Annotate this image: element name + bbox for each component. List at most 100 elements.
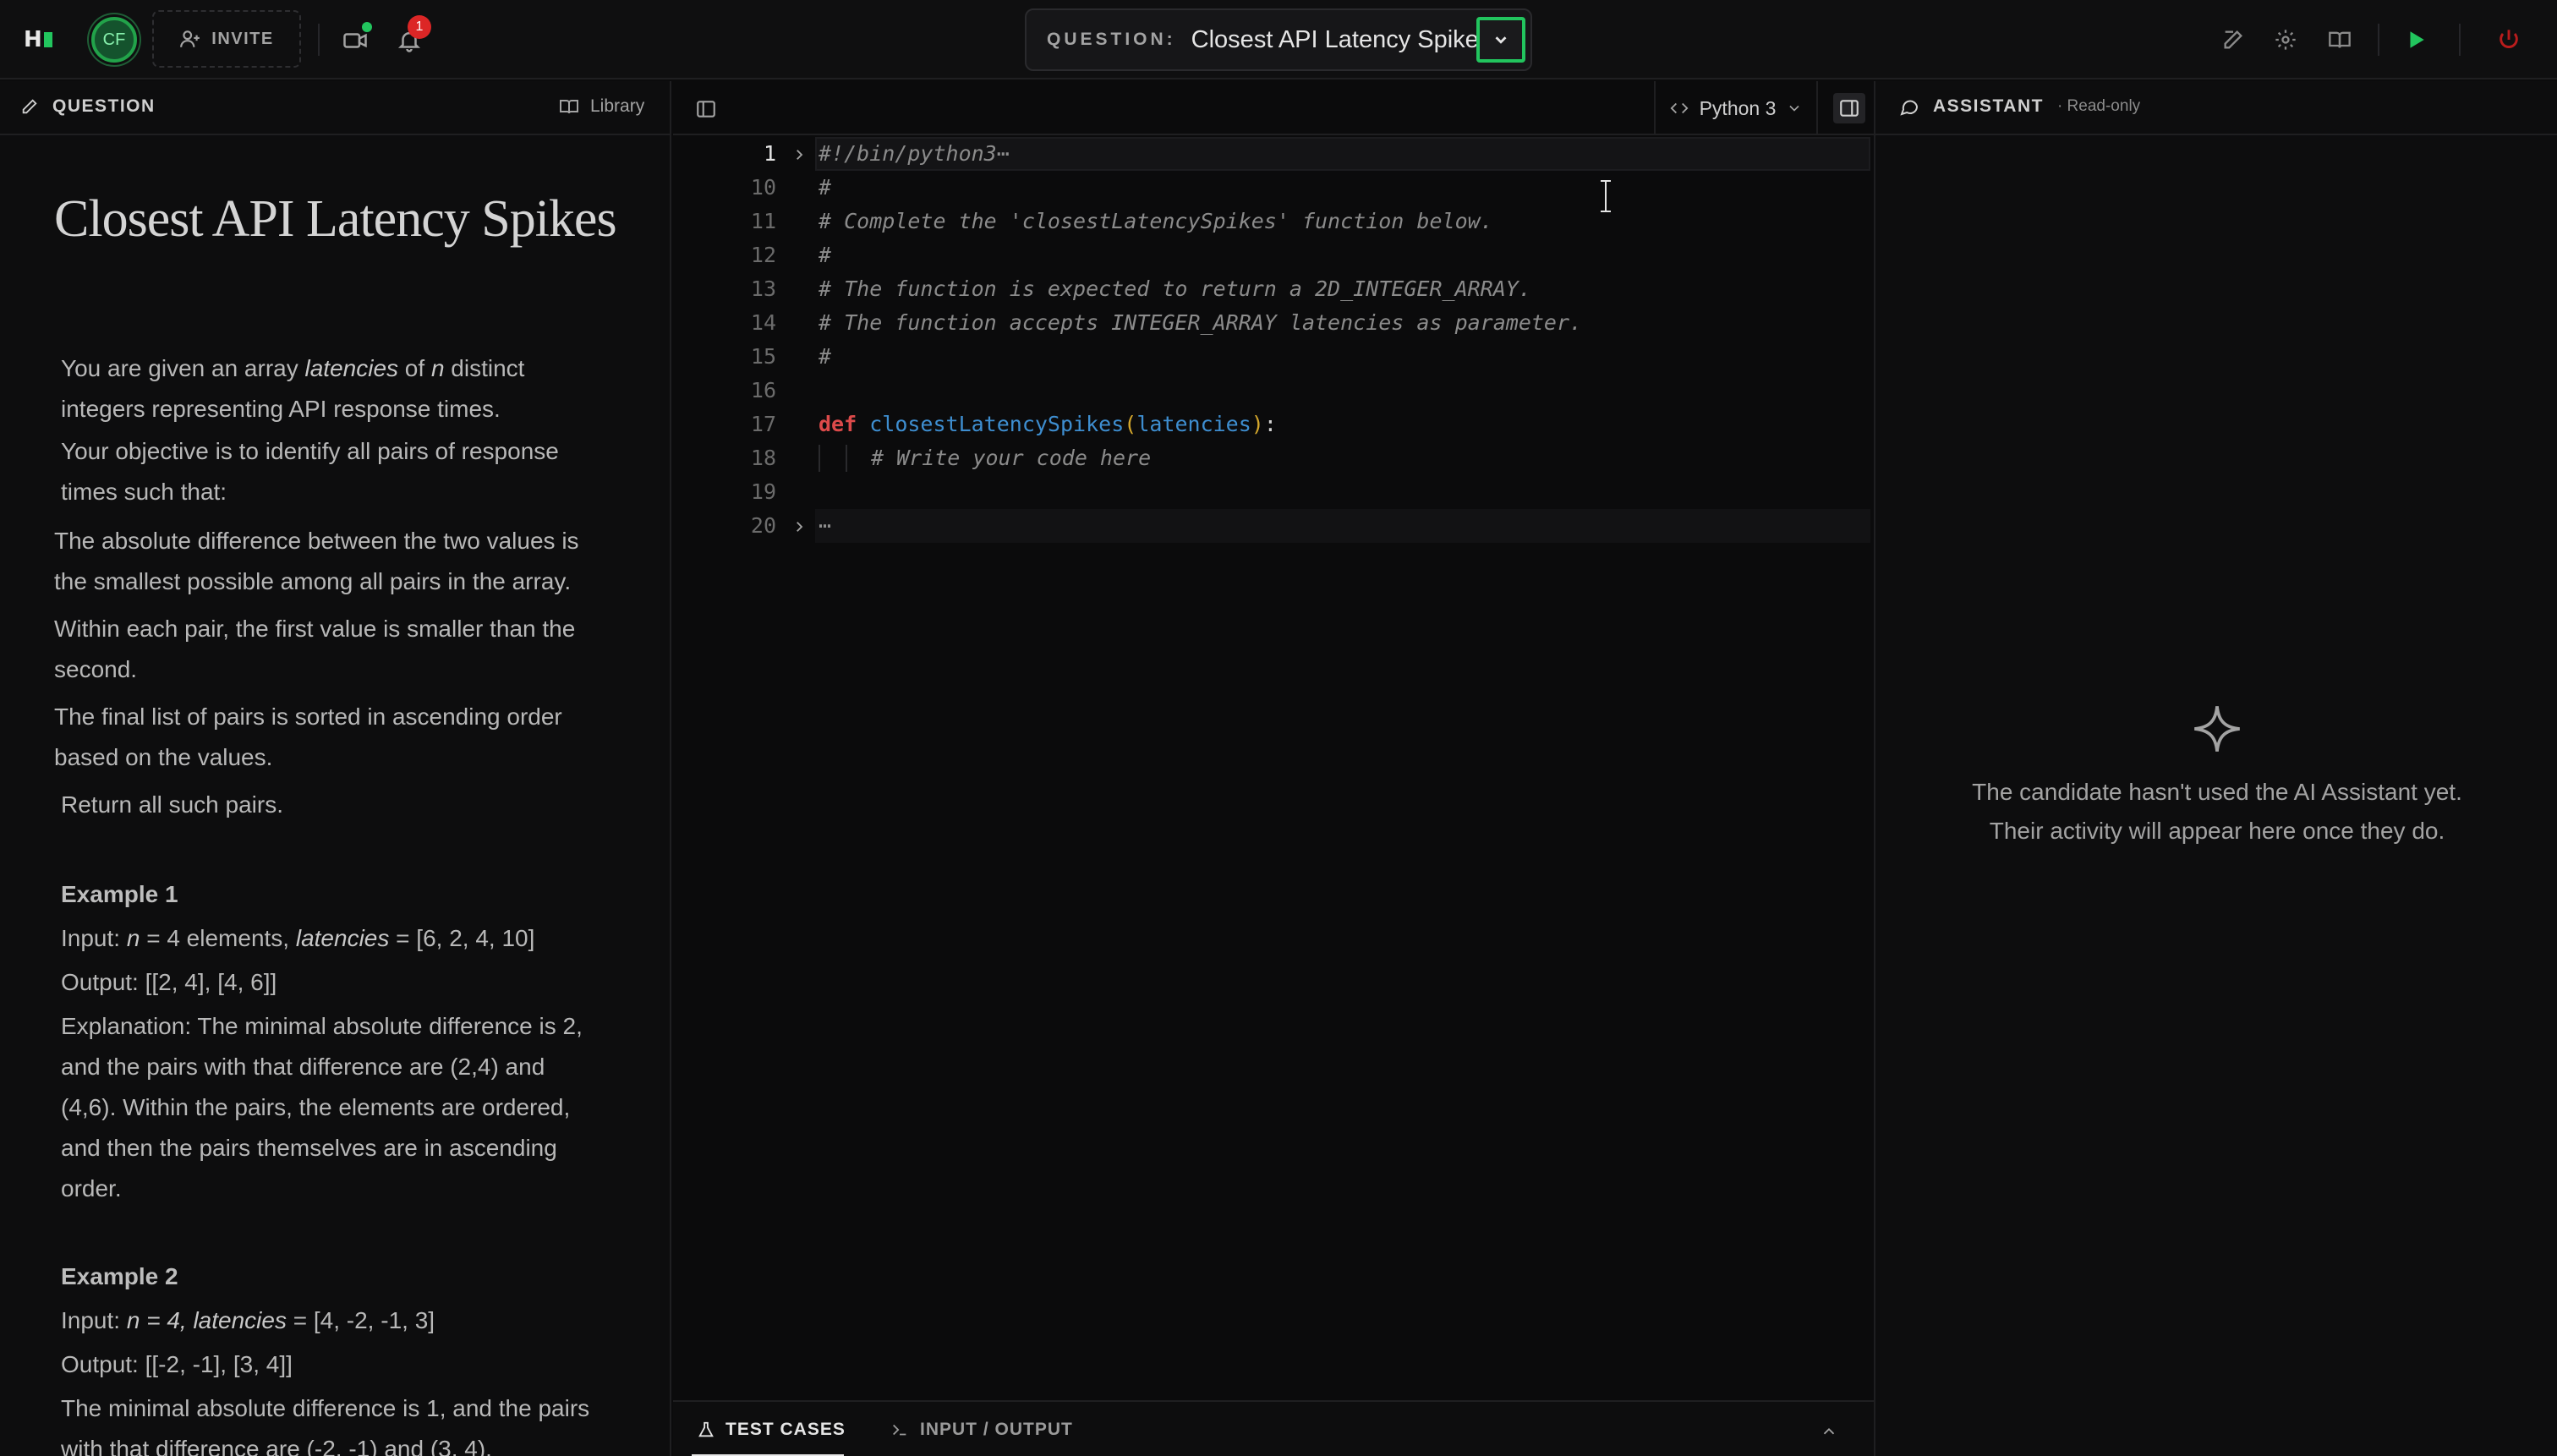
library-button[interactable]: Library — [558, 96, 644, 117]
code-line[interactable]: 14 # The function accepts INTEGER_ARRAY … — [673, 306, 1874, 340]
empty-state-line: Their activity will appear here once the… — [1989, 818, 2445, 844]
line-number: 14 — [750, 310, 776, 335]
line-number: 17 — [750, 412, 776, 436]
condition-line: the smallest possible among all pairs in… — [54, 568, 572, 594]
avatar[interactable]: CF — [91, 17, 137, 63]
code-editor: Python 3 1 #!/bin/python3⋯ 10 # 11 # Com… — [673, 81, 2277, 1400]
code-text: # Write your code here — [871, 446, 1152, 470]
chevron-up-icon — [1823, 1427, 1835, 1435]
tab-input-output[interactable]: INPUT / OUTPUT — [890, 1402, 1073, 1456]
language-label: Python 3 — [1699, 96, 1777, 119]
condition-line: based on the values. — [54, 744, 273, 770]
code-text: # — [819, 344, 832, 369]
editor-header: Python 3 — [673, 81, 1874, 135]
assistant-header: ASSISTANT · Read-only — [1875, 81, 2557, 135]
tab-label: TEST CASES — [725, 1420, 846, 1439]
chat-bubble-icon — [1900, 100, 1919, 116]
flask-icon — [698, 1421, 714, 1437]
chevron-right-icon[interactable] — [791, 519, 807, 534]
read-only-label: · Read-only — [2056, 97, 2141, 115]
toggle-right-panel-button[interactable] — [1833, 93, 1865, 123]
docs-button[interactable] — [2325, 25, 2354, 54]
code-text: # The function is expected to return a 2… — [819, 276, 1531, 301]
code-line[interactable]: 17 def closestLatencySpikes(latencies): — [673, 408, 1874, 441]
indent-guide — [819, 445, 820, 472]
line-number: 13 — [750, 276, 776, 301]
example-explanation: Explanation: The minimal absolute differ… — [61, 1013, 583, 1039]
example-explanation: order. — [61, 1175, 122, 1201]
example-input: Input: n = 4, latencies = [4, -2, -1, 3] — [61, 1307, 435, 1333]
code-area[interactable]: 1 #!/bin/python3⋯ 10 # 11 # Complete the… — [673, 137, 2277, 1400]
line-number: 1 — [763, 141, 776, 166]
end-interview-button[interactable] — [2494, 25, 2523, 54]
question-header-label: QUESTION — [52, 96, 156, 116]
expand-panel-button[interactable] — [1816, 1419, 1842, 1444]
code-text: #!/bin/python3⋯ — [819, 141, 1010, 166]
code-text: ⋯ — [819, 513, 832, 538]
chevron-down-icon — [1789, 105, 1799, 112]
logo[interactable]: H — [24, 25, 52, 54]
sidebar-left-icon — [697, 101, 715, 118]
notes-button[interactable] — [2219, 25, 2248, 54]
code-text: # Complete the 'closestLatencySpikes' fu… — [819, 209, 1493, 233]
code-line[interactable]: 20 ⋯ — [673, 509, 1874, 543]
code-text: # The function accepts INTEGER_ARRAY lat… — [819, 310, 1583, 335]
example-output: Output: [[2, 4], [4, 6]] — [61, 969, 277, 995]
divider — [2378, 24, 2379, 56]
book-open-icon — [560, 100, 578, 114]
condition-line: The absolute difference between the two … — [54, 528, 579, 554]
editor-bottom-tabs: TEST CASES INPUT / OUTPUT — [673, 1400, 1874, 1456]
example-explanation: (4,6). Within the pairs, the elements ar… — [61, 1094, 571, 1120]
question-title: Closest API Latency Spikes — [1191, 25, 1492, 53]
code-line[interactable]: 10 # — [673, 171, 1874, 205]
question-dropdown-button[interactable] — [1476, 17, 1525, 63]
description-line: You are given an array latencies of n di… — [61, 355, 525, 381]
text-cursor-icon — [1601, 180, 1611, 212]
code-line[interactable]: 19 — [673, 475, 1874, 509]
divider — [2459, 24, 2461, 56]
tab-test-cases[interactable]: TEST CASES — [697, 1402, 846, 1456]
chevron-right-icon[interactable] — [791, 147, 807, 162]
gear-icon — [2275, 30, 2296, 50]
example-explanation: and the pairs with that difference are (… — [61, 1054, 545, 1080]
code-line[interactable]: 15 # — [673, 340, 1874, 374]
settings-button[interactable] — [2271, 25, 2300, 54]
question-panel: QUESTION Library Closest API Latency Spi… — [0, 81, 671, 1456]
assistant-title: ASSISTANT · Read-only — [1899, 96, 2140, 117]
code-line[interactable]: 11 # Complete the 'closestLatencySpikes'… — [673, 205, 1874, 238]
example-output: Output: [[-2, -1], [3, 4]] — [61, 1351, 293, 1377]
condition-line: Within each pair, the first value is sma… — [54, 616, 576, 642]
example-title: Example 2 — [61, 1263, 178, 1289]
edit-note-icon — [2224, 30, 2242, 49]
line-number: 19 — [750, 479, 776, 504]
description-line: Your objective is to identify all pairs … — [61, 438, 559, 464]
top-bar: H CF INVITE 1 QUESTION: Closest API Late… — [0, 0, 2557, 79]
code-text: def closestLatencySpikes(latencies): — [819, 412, 1277, 436]
sparkle-icon — [2194, 706, 2240, 752]
add-user-icon — [180, 30, 200, 47]
run-button[interactable] — [2401, 25, 2430, 54]
online-indicator — [362, 22, 372, 32]
line-number: 12 — [750, 243, 776, 267]
code-line[interactable]: 13 # The function is expected to return … — [673, 272, 1874, 306]
toggle-left-panel-button[interactable] — [692, 95, 720, 123]
empty-state-line: The candidate hasn't used the AI Assista… — [1972, 779, 2462, 805]
code-line[interactable]: 1 #!/bin/python3⋯ — [673, 137, 1874, 171]
tab-label: INPUT / OUTPUT — [920, 1420, 1073, 1439]
library-label: Library — [590, 96, 645, 116]
code-line[interactable]: 12 # — [673, 238, 1874, 272]
description-line: times such that: — [61, 479, 227, 505]
example-input: Input: n = 4 elements, latencies = [6, 2… — [61, 925, 535, 951]
language-select[interactable]: Python 3 — [1654, 81, 1818, 135]
code-line[interactable]: 16 — [673, 374, 1874, 408]
sidebar-right-icon — [1840, 100, 1859, 117]
invite-button[interactable]: INVITE — [152, 10, 301, 68]
power-icon — [2500, 30, 2518, 48]
code-text: # — [819, 243, 832, 267]
code-line[interactable]: 18 # Write your code here — [673, 441, 1874, 475]
line-number: 11 — [750, 209, 776, 233]
chevron-down-icon — [1495, 36, 1507, 44]
condition-line: The final list of pairs is sorted in asc… — [54, 703, 562, 730]
question-label: QUESTION: — [1047, 30, 1176, 49]
question-selector[interactable]: QUESTION: Closest API Latency Spikes — [1025, 8, 1532, 71]
